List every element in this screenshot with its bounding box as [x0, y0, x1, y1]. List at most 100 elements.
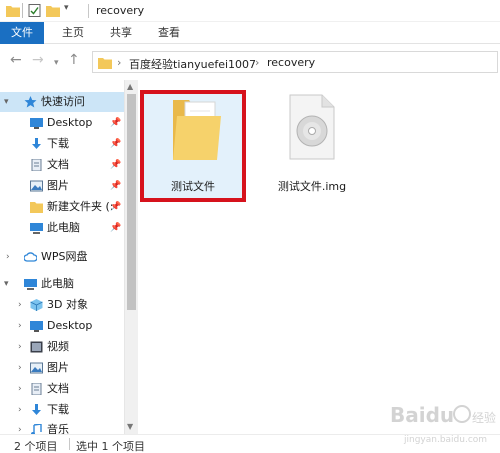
document-icon: [31, 159, 42, 171]
tab-view[interactable]: 查看: [146, 22, 192, 44]
sidebar-item-label: Desktop: [47, 116, 93, 129]
chevron-right-icon[interactable]: ›: [18, 295, 22, 315]
sidebar-item-label: 图片: [47, 361, 69, 374]
chevron-right-icon[interactable]: ›: [18, 316, 22, 336]
sidebar-item-label: 新建文件夹 (:: [47, 200, 114, 213]
folder-icon: [30, 202, 43, 213]
sidebar-item-quick-access[interactable]: ▾ 快速访问: [0, 92, 124, 112]
sidebar-item-music[interactable]: › 音乐: [0, 420, 124, 434]
back-arrow-icon[interactable]: ←: [10, 53, 22, 67]
sidebar-item-new-folder[interactable]: 新建文件夹 (: 📌: [0, 197, 124, 217]
sidebar-item-this-pc[interactable]: ▾ 此电脑: [0, 274, 124, 294]
sidebar-item-downloads-pc[interactable]: › 下载: [0, 400, 124, 420]
tab-home[interactable]: 主页: [50, 22, 96, 44]
cloud-icon: [24, 252, 37, 262]
sidebar-item-label: 文档: [47, 158, 69, 171]
desktop-icon: [30, 118, 43, 129]
pin-icon: 📌: [110, 139, 122, 149]
chevron-right-icon[interactable]: ›: [18, 420, 22, 434]
sidebar-item-label: 3D 对象: [47, 298, 88, 311]
file-item-folder[interactable]: 测试文件: [143, 92, 243, 198]
document-icon: [31, 383, 42, 395]
properties-icon[interactable]: [28, 4, 42, 17]
svg-text:Baidu: Baidu: [390, 403, 454, 427]
selection-count: 选中 1 个项目: [76, 440, 145, 453]
breadcrumb-item[interactable]: recovery: [267, 56, 315, 69]
svg-text:jingyan.baidu.com: jingyan.baidu.com: [403, 435, 487, 445]
breadcrumb-item[interactable]: 百度经验tianyuefei1007: [129, 56, 256, 72]
address-bar[interactable]: › 百度经验tianyuefei1007 › recovery: [92, 51, 498, 73]
sidebar-item-this-pc-pinned[interactable]: 此电脑 📌: [0, 218, 124, 238]
folder-icon[interactable]: [6, 4, 20, 17]
download-icon: [32, 138, 41, 149]
recent-locations-icon[interactable]: ▾: [54, 56, 59, 70]
baidu-watermark: Baidu 经验 jingyan.baidu.com: [384, 398, 500, 450]
pin-icon: 📌: [110, 118, 122, 128]
customize-toolbar-icon[interactable]: ▾: [64, 3, 69, 13]
up-arrow-icon[interactable]: ↑: [68, 53, 80, 67]
sidebar-item-label: 下载: [47, 137, 69, 150]
divider: [69, 438, 70, 450]
item-count: 2 个项目: [14, 440, 58, 453]
chevron-right-icon[interactable]: ›: [6, 247, 10, 267]
chevron-down-icon[interactable]: ▾: [4, 274, 9, 294]
scrollbar-thumb[interactable]: [127, 94, 136, 310]
pin-icon: 📌: [110, 181, 122, 191]
computer-icon: [24, 279, 37, 290]
sidebar-item-pictures[interactable]: 图片 📌: [0, 176, 124, 196]
sidebar-item-3d-objects[interactable]: › 3D 对象: [0, 295, 124, 315]
disc-image-icon: [289, 94, 335, 160]
svg-text:经验: 经验: [472, 410, 496, 425]
video-icon: [30, 341, 43, 353]
sidebar-item-label: 下载: [47, 403, 69, 416]
sidebar-item-downloads[interactable]: 下载 📌: [0, 134, 124, 154]
computer-icon: [30, 223, 43, 234]
chevron-right-icon[interactable]: ›: [18, 358, 22, 378]
folder-icon: [98, 58, 112, 69]
sidebar-item-label: 此电脑: [41, 277, 74, 290]
tab-file[interactable]: 文件: [0, 22, 44, 44]
ribbon-tabs: 文件 主页 共享 查看: [0, 22, 500, 44]
sidebar-item-label: Desktop: [47, 319, 93, 332]
chevron-right-icon[interactable]: ›: [18, 337, 22, 357]
sidebar-item-documents-pc[interactable]: › 文档: [0, 379, 124, 399]
sidebar-scrollbar[interactable]: ▲ ▼: [124, 80, 138, 434]
sidebar-item-label: 视频: [47, 340, 69, 353]
sidebar-item-label: 文档: [47, 382, 69, 395]
sidebar-item-pictures-pc[interactable]: › 图片: [0, 358, 124, 378]
sidebar-item-desktop[interactable]: Desktop 📌: [0, 113, 124, 133]
new-folder-icon[interactable]: [46, 4, 60, 17]
baidu-logo: Baidu 经验 jingyan.baidu.com: [390, 403, 496, 445]
music-icon: [31, 424, 42, 434]
star-icon: [24, 96, 37, 108]
title-bar: ▾ recovery: [0, 0, 500, 22]
picture-icon: [30, 362, 43, 374]
file-item-disc-image[interactable]: 测试文件.img: [262, 92, 362, 198]
pin-icon: 📌: [110, 160, 122, 170]
sidebar-item-documents[interactable]: 文档 📌: [0, 155, 124, 175]
chevron-down-icon[interactable]: ▾: [4, 92, 9, 112]
file-list: 测试文件 测试文件.img: [138, 80, 500, 434]
breadcrumb-separator[interactable]: ›: [255, 56, 259, 69]
window-title: recovery: [96, 4, 145, 17]
navigation-bar: ← → ▾ ↑ › 百度经验tianyuefei1007 › recovery: [0, 44, 500, 78]
sidebar-item-wps-cloud[interactable]: › WPS网盘: [0, 247, 124, 267]
download-icon: [32, 404, 41, 415]
chevron-right-icon[interactable]: ›: [18, 379, 22, 399]
sidebar-item-label: 音乐: [47, 423, 69, 434]
sidebar-item-desktop-pc[interactable]: › Desktop: [0, 316, 124, 336]
chevron-right-icon[interactable]: ›: [18, 400, 22, 420]
divider: [22, 3, 23, 18]
scroll-up-icon[interactable]: ▲: [127, 82, 133, 91]
scroll-down-icon[interactable]: ▼: [127, 422, 133, 431]
breadcrumb-separator[interactable]: ›: [117, 56, 121, 69]
pin-icon: 📌: [110, 202, 122, 212]
desktop-icon: [30, 321, 43, 332]
sidebar-item-label: 此电脑: [47, 221, 80, 234]
sidebar-item-label: 快速访问: [41, 95, 85, 108]
sidebar-item-videos[interactable]: › 视频: [0, 337, 124, 357]
forward-arrow-icon[interactable]: →: [32, 53, 44, 67]
picture-icon: [30, 180, 43, 192]
tab-share[interactable]: 共享: [98, 22, 144, 44]
sidebar-item-label: WPS网盘: [41, 250, 88, 263]
